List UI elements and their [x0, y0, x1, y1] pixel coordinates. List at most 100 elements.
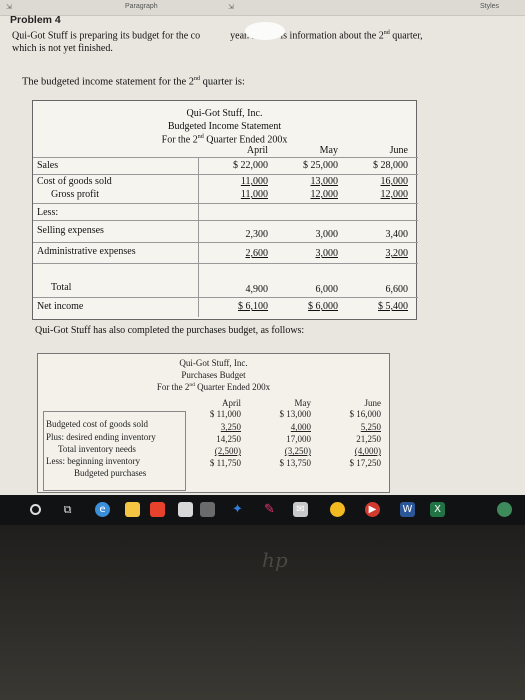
- table-cell: (4,000): [354, 446, 381, 456]
- table-cell: 11,000: [240, 176, 268, 187]
- table-cell: 13,000: [310, 176, 339, 187]
- table-cell: 3,400: [385, 229, 409, 240]
- table-cell: $ 11,750: [209, 458, 241, 468]
- table-cell: $ 16,000: [349, 409, 382, 419]
- table-cell: 6,000: [315, 284, 339, 295]
- problem-title: Problem 4: [10, 14, 61, 26]
- table-cell: $ 17,250: [349, 458, 382, 468]
- table-company: Qui-Got Stuff, Inc.: [186, 108, 263, 119]
- table-cell: 3,200: [385, 248, 409, 259]
- row-label: Less: beginning inventory: [46, 456, 140, 466]
- row-label: Gross profit: [51, 189, 100, 200]
- month-header: June: [364, 398, 382, 408]
- table-cell: 4,000: [290, 422, 311, 432]
- period-b: Quarter Ended 200x: [194, 382, 271, 392]
- task-view-icon[interactable]: ⧉: [60, 502, 75, 517]
- divider: [33, 203, 418, 204]
- office-icon[interactable]: [150, 502, 165, 517]
- month-header: April: [246, 145, 268, 156]
- ribbon-styles-label: Styles: [480, 3, 500, 10]
- cortana-icon[interactable]: [30, 504, 41, 515]
- screen: Paragraph ⇲ ⇲ Styles Problem 4 Qui-Got S…: [0, 0, 525, 495]
- calendar-icon[interactable]: [200, 502, 215, 517]
- row-label: Net income: [37, 301, 84, 312]
- word-icon[interactable]: W: [400, 502, 415, 517]
- table-cell: $ 28,000: [373, 160, 408, 171]
- table-title: Purchases Budget: [181, 370, 246, 380]
- ribbon-strip: Paragraph ⇲ ⇲ Styles: [0, 0, 525, 16]
- media-icon[interactable]: ▶: [365, 502, 380, 517]
- period-a: For the 2: [156, 382, 190, 392]
- table-cell: 12,000: [380, 189, 409, 200]
- intro-text-d: which is not yet finished.: [12, 43, 113, 55]
- table-cell: 3,000: [315, 248, 339, 259]
- table-cell: $ 6,100: [238, 301, 268, 312]
- period-b: Quarter Ended 200x: [203, 134, 288, 146]
- taskbar: ⧉ e ✦ ✎ ✉ ▶ W X: [0, 495, 525, 525]
- file-explorer-icon[interactable]: [125, 502, 140, 517]
- table-cell: 4,900: [245, 284, 269, 295]
- row-label: Budgeted purchases: [74, 468, 147, 478]
- divider: [33, 297, 418, 298]
- table-cell: $ 13,750: [279, 458, 312, 468]
- table-cell: 11,000: [240, 189, 268, 200]
- month-header: May: [294, 398, 312, 408]
- table-title: Budgeted Income Statement: [167, 121, 282, 132]
- dropbox-icon[interactable]: ✦: [230, 502, 245, 517]
- divider: [33, 242, 418, 243]
- dialog-launcher-icon[interactable]: ⇲: [6, 3, 12, 11]
- table-cell: (2,500): [214, 446, 241, 456]
- month-header: June: [389, 145, 408, 156]
- table-cell: 16,000: [380, 176, 409, 187]
- table-cell: 21,250: [356, 434, 381, 444]
- intro-text-c: quarter,: [389, 30, 423, 42]
- month-header: April: [222, 398, 241, 408]
- table-cell: 3,250: [220, 422, 241, 432]
- row-label: Cost of goods sold: [37, 176, 112, 187]
- store-icon[interactable]: [178, 502, 193, 517]
- purchases-intro-text: Qui-Got Stuff has also completed the pur…: [35, 325, 305, 336]
- divider: [33, 157, 418, 158]
- row-label: Budgeted cost of goods sold: [46, 419, 148, 429]
- table-company: Qui-Got Stuff, Inc.: [179, 358, 248, 368]
- glare: [245, 22, 285, 40]
- table-cell: 3,000: [315, 229, 339, 240]
- ribbon-paragraph-label: Paragraph: [125, 3, 158, 10]
- row-label: Total: [51, 282, 72, 293]
- table-period: For the 2nd Quarter Ended 200x: [38, 382, 389, 392]
- dialog-launcher-icon[interactable]: ⇲: [228, 3, 234, 11]
- table-cell: 2,300: [245, 229, 269, 240]
- intro-text-a: Qui-Got Stuff is preparing its budget fo…: [12, 30, 201, 42]
- divider: [33, 174, 418, 175]
- table-cell: 12,000: [310, 189, 339, 200]
- month-header: May: [319, 145, 338, 156]
- chrome-icon[interactable]: [330, 502, 345, 517]
- table-cell: 14,250: [216, 434, 241, 444]
- table-cell: 6,600: [385, 284, 409, 295]
- table-cell: $ 5,400: [378, 301, 408, 312]
- subtitle-text-b: quarter is:: [200, 76, 245, 88]
- table-cell: (3,250): [284, 446, 311, 456]
- table-cell: 17,000: [286, 434, 311, 444]
- income-statement-subtitle: The budgeted income statement for the 2n…: [22, 76, 245, 88]
- period-a: For the 2: [161, 134, 198, 146]
- edge-icon[interactable]: e: [95, 502, 110, 517]
- table-cell: 2,600: [245, 248, 269, 259]
- row-label: Total inventory needs: [58, 444, 136, 454]
- user-icon[interactable]: [497, 502, 512, 517]
- mail-icon[interactable]: ✉: [293, 502, 308, 517]
- row-label: Administrative expenses: [37, 246, 136, 257]
- row-label: Selling expenses: [37, 225, 104, 236]
- divider: [198, 157, 199, 317]
- row-label: Plus: desired ending inventory: [46, 432, 156, 442]
- table-cell: $ 11,000: [209, 409, 241, 419]
- row-label: Less:: [37, 207, 59, 218]
- table-cell: $ 6,000: [308, 301, 338, 312]
- app-icon[interactable]: ✎: [262, 502, 277, 517]
- purchases-budget-table: Qui-Got Stuff, Inc. Purchases Budget For…: [37, 353, 390, 493]
- table-cell: $ 13,000: [279, 409, 312, 419]
- divider: [33, 263, 418, 264]
- excel-icon[interactable]: X: [430, 502, 445, 517]
- hp-logo: hp: [262, 548, 288, 572]
- table-cell: $ 25,000: [303, 160, 338, 171]
